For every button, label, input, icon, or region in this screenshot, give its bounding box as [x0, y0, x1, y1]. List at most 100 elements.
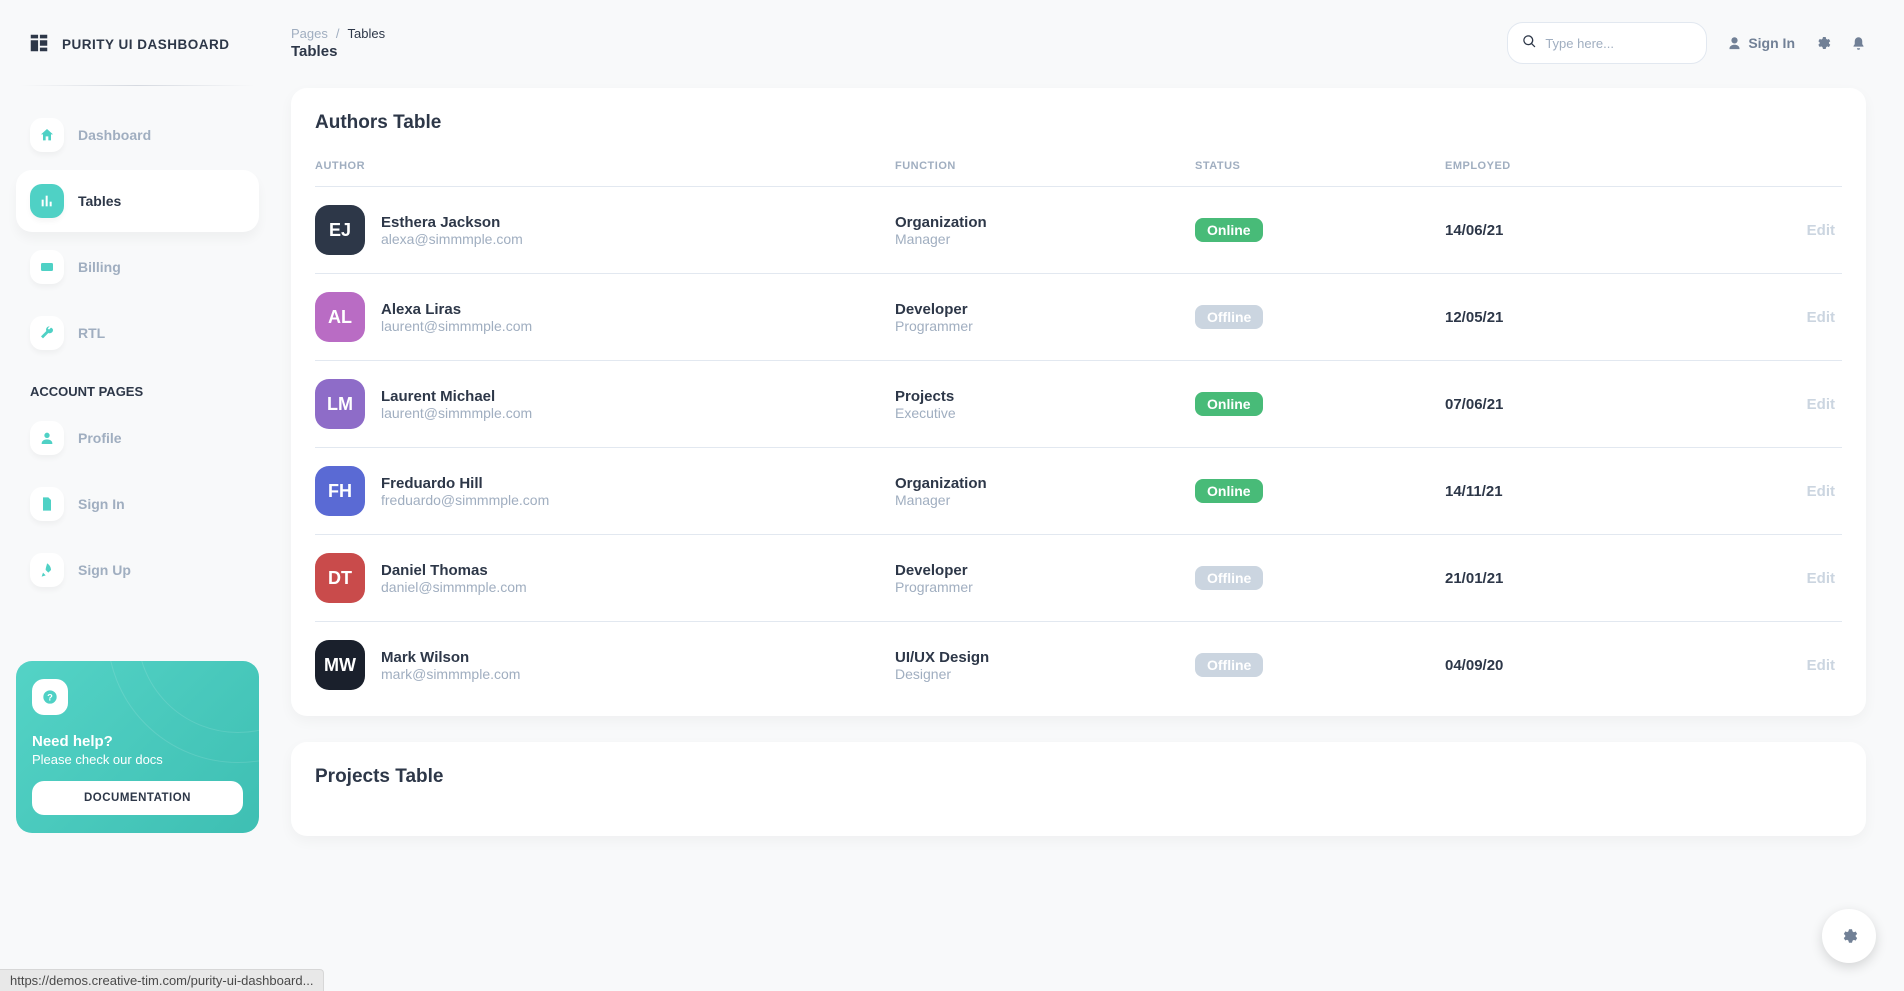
author-name: Freduardo Hill — [381, 475, 549, 492]
status-badge: Online — [1195, 218, 1263, 242]
rocket-icon — [30, 553, 64, 587]
author-employed: 14/11/21 — [1445, 483, 1705, 500]
sidebar-item-tables[interactable]: Tables — [16, 170, 259, 232]
author-employed: 07/06/21 — [1445, 396, 1705, 413]
author-name: Daniel Thomas — [381, 562, 527, 579]
notifications-button[interactable] — [1851, 36, 1866, 51]
breadcrumb-sep: / — [336, 26, 340, 41]
table-row: EJ Esthera Jackson alexa@simmmple.com Or… — [315, 187, 1842, 274]
breadcrumb: Pages / Tables — [291, 26, 385, 41]
person-icon — [30, 421, 64, 455]
col-author: AUTHOR — [315, 160, 895, 172]
stats-icon — [30, 184, 64, 218]
table-row: MW Mark Wilson mark@simmmple.com UI/UX D… — [315, 622, 1842, 708]
col-employed: EMPLOYED — [1445, 160, 1705, 172]
col-function: FUNCTION — [895, 160, 1195, 172]
avatar: MW — [315, 640, 365, 690]
projects-table-title: Projects Table — [315, 766, 1842, 788]
table-row: DT Daniel Thomas daniel@simmmple.com Dev… — [315, 535, 1842, 622]
documentation-button[interactable]: DOCUMENTATION — [32, 781, 243, 815]
home-icon — [30, 118, 64, 152]
edit-button[interactable]: Edit — [1705, 657, 1835, 674]
edit-button[interactable]: Edit — [1705, 396, 1835, 413]
status-badge: Offline — [1195, 653, 1263, 677]
status-badge: Online — [1195, 392, 1263, 416]
breadcrumb-current: Tables — [348, 26, 386, 41]
settings-fab[interactable] — [1822, 909, 1876, 963]
author-email: alexa@simmmple.com — [381, 231, 523, 247]
sidebar-item-label: Dashboard — [78, 127, 151, 143]
authors-table-head: AUTHOR FUNCTION STATUS EMPLOYED — [315, 152, 1842, 187]
signin-label: Sign In — [1748, 35, 1795, 51]
projects-table-card: Projects Table — [291, 742, 1866, 836]
sidebar-item-billing[interactable]: Billing — [16, 236, 259, 298]
brand[interactable]: PURITY UI DASHBOARD — [16, 22, 259, 67]
avatar: LM — [315, 379, 365, 429]
avatar: AL — [315, 292, 365, 342]
signin-link[interactable]: Sign In — [1727, 35, 1795, 51]
sidebar-item-signin[interactable]: Sign In — [16, 473, 259, 535]
status-badge: Offline — [1195, 305, 1263, 329]
author-employed: 12/05/21 — [1445, 309, 1705, 326]
author-employed: 21/01/21 — [1445, 570, 1705, 587]
status-url: https://demos.creative-tim.com/purity-ui… — [0, 969, 324, 991]
gear-icon — [1840, 927, 1858, 945]
author-name: Alexa Liras — [381, 301, 532, 318]
help-card: ? Need help? Please check our docs DOCUM… — [16, 661, 259, 833]
sidebar-item-profile[interactable]: Profile — [16, 407, 259, 469]
page-title: Tables — [291, 43, 385, 60]
person-icon — [1727, 36, 1742, 51]
help-subtitle: Please check our docs — [32, 752, 243, 767]
edit-button[interactable]: Edit — [1705, 570, 1835, 587]
wrench-icon — [30, 316, 64, 350]
edit-button[interactable]: Edit — [1705, 483, 1835, 500]
author-email: laurent@simmmple.com — [381, 318, 532, 334]
author-function: Organization — [895, 475, 1195, 492]
authors-table-body: EJ Esthera Jackson alexa@simmmple.com Or… — [315, 187, 1842, 708]
sidebar-item-dashboard[interactable]: Dashboard — [16, 104, 259, 166]
sidebar-item-label: Profile — [78, 430, 122, 446]
svg-text:?: ? — [47, 692, 53, 702]
edit-button[interactable]: Edit — [1705, 309, 1835, 326]
author-subfunction: Manager — [895, 492, 1195, 508]
author-function: UI/UX Design — [895, 649, 1195, 666]
search-input[interactable] — [1545, 36, 1692, 51]
sidebar-account-heading: ACCOUNT PAGES — [16, 368, 259, 407]
table-row: LM Laurent Michael laurent@simmmple.com … — [315, 361, 1842, 448]
col-status: STATUS — [1195, 160, 1445, 172]
sidebar-item-signup[interactable]: Sign Up — [16, 539, 259, 601]
help-title: Need help? — [32, 733, 243, 750]
author-name: Esthera Jackson — [381, 214, 523, 231]
brand-title: PURITY UI DASHBOARD — [62, 37, 230, 52]
author-name: Laurent Michael — [381, 388, 532, 405]
sidebar-item-label: Sign In — [78, 496, 125, 512]
author-subfunction: Designer — [895, 666, 1195, 682]
author-subfunction: Manager — [895, 231, 1195, 247]
sidebar-item-label: Sign Up — [78, 562, 131, 578]
sidebar-item-label: RTL — [78, 325, 105, 341]
gear-icon — [1815, 35, 1831, 51]
authors-table-card: Authors Table AUTHOR FUNCTION STATUS EMP… — [291, 88, 1866, 716]
separator — [20, 85, 255, 86]
bell-icon — [1851, 36, 1866, 51]
question-icon: ? — [32, 679, 68, 715]
document-icon — [30, 487, 64, 521]
author-email: laurent@simmmple.com — [381, 405, 532, 421]
status-badge: Online — [1195, 479, 1263, 503]
author-name: Mark Wilson — [381, 649, 520, 666]
author-function: Projects — [895, 388, 1195, 405]
settings-button[interactable] — [1815, 35, 1831, 51]
edit-button[interactable]: Edit — [1705, 222, 1835, 239]
author-email: freduardo@simmmple.com — [381, 492, 549, 508]
logo-icon — [28, 32, 50, 57]
search-input-wrapper[interactable] — [1507, 22, 1707, 64]
breadcrumb-root[interactable]: Pages — [291, 26, 328, 41]
sidebar-item-label: Tables — [78, 193, 121, 209]
author-subfunction: Programmer — [895, 579, 1195, 595]
author-subfunction: Executive — [895, 405, 1195, 421]
author-employed: 04/09/20 — [1445, 657, 1705, 674]
avatar: EJ — [315, 205, 365, 255]
avatar: DT — [315, 553, 365, 603]
sidebar-item-rtl[interactable]: RTL — [16, 302, 259, 364]
table-row: AL Alexa Liras laurent@simmmple.com Deve… — [315, 274, 1842, 361]
